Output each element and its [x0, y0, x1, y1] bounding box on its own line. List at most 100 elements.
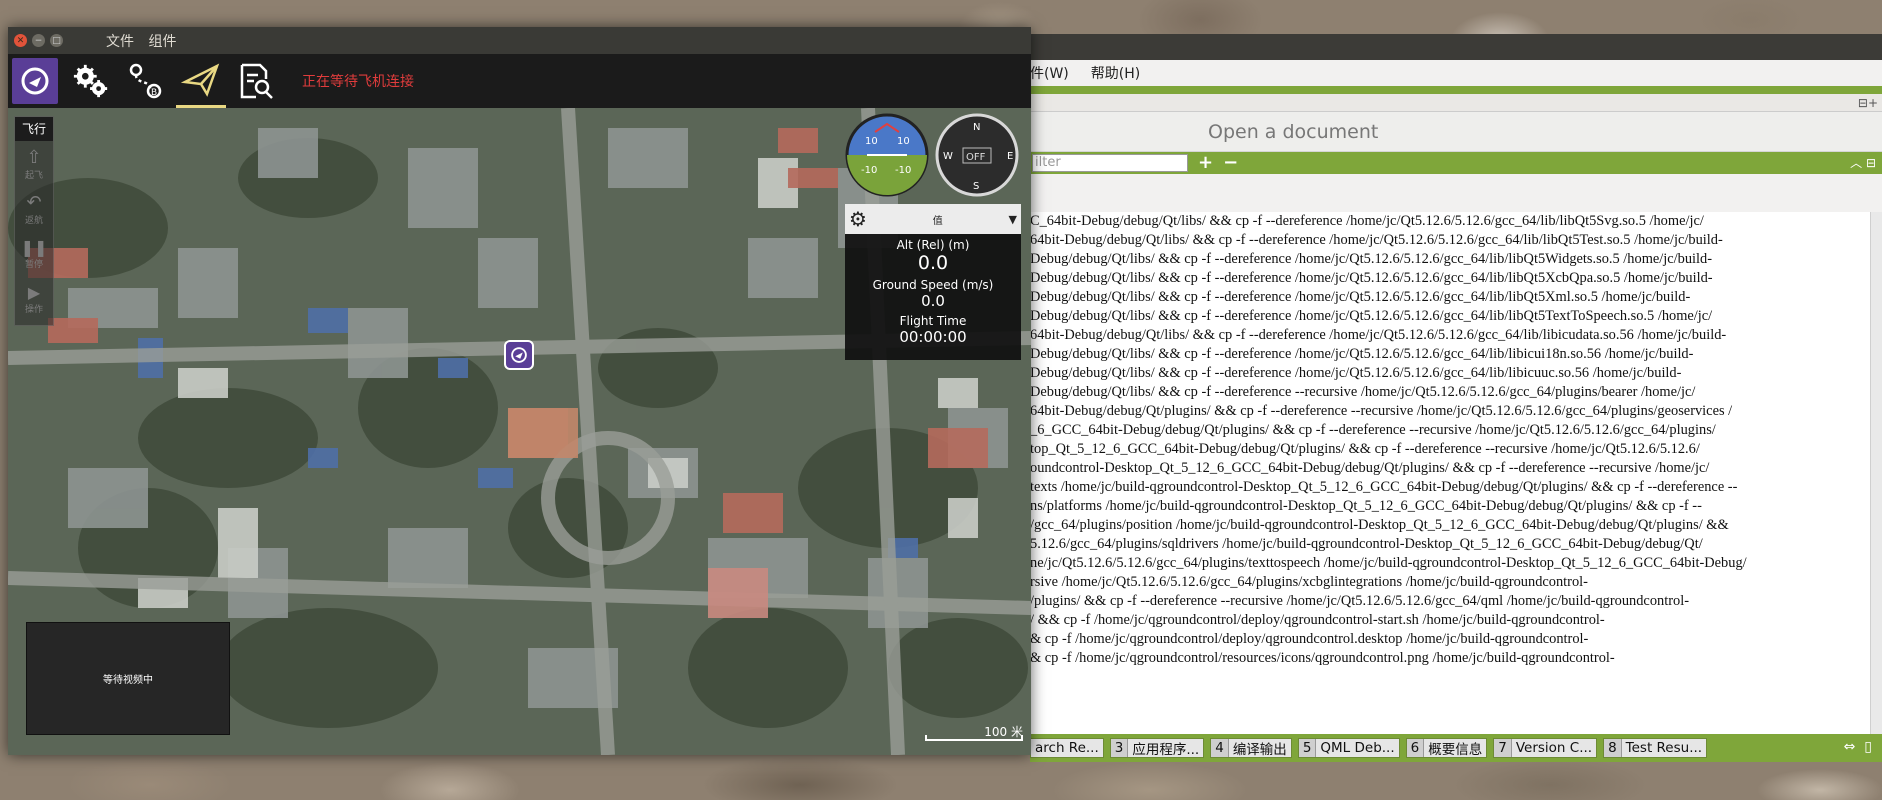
log-line: Debug/debug/Qt/libs/ && cp -f --derefere…	[1030, 289, 1691, 305]
log-line: texts /home/jc/build-qgroundcontrol-Desk…	[1030, 479, 1738, 495]
output-tab-label: 编译输出	[1232, 742, 1287, 758]
output-tab-number: 7	[1494, 739, 1512, 757]
split-icon[interactable]: ⊟+	[1858, 96, 1878, 110]
ground-speed-value: 0.0	[921, 292, 945, 310]
fly-paper-plane-icon[interactable]	[176, 54, 226, 108]
svg-text:B: B	[151, 88, 157, 98]
qgroundcontrol-window: ✕ − □ 文件 组件 B 正在等待飞机连接 飞行 ⇧ 起飞 ↶ 返航 ❚❚ 暂…	[8, 27, 1031, 755]
log-line: Debug/debug/Qt/libs/ && cp -f --derefere…	[1030, 384, 1696, 400]
flight-time-value: 00:00:00	[899, 328, 967, 346]
menu-file[interactable]: 文件	[106, 34, 134, 50]
compass-s: S	[973, 181, 979, 192]
action-icon: ▶	[27, 282, 41, 302]
minimize-icon[interactable]: −	[32, 34, 45, 47]
log-line: C_64bit-Debug/debug/Qt/libs/ && cp -f --…	[1030, 213, 1704, 229]
compass-state: OFF	[966, 152, 986, 163]
log-line: Debug/debug/Qt/libs/ && cp -f --derefere…	[1030, 365, 1682, 381]
video-waiting-text: 等待视频中	[103, 675, 153, 686]
output-tab[interactable]: 8 Test Resu...	[1603, 738, 1708, 758]
remove-icon[interactable]: −	[1223, 154, 1238, 172]
close-icon[interactable]: ✕	[14, 34, 27, 47]
log-line: / && cp -f /home/jc/qgroundcontrol/deplo…	[1030, 612, 1605, 628]
open-document-label: Open a document	[1208, 120, 1379, 143]
qgc-titlebar: ✕ − □ 文件 组件	[8, 27, 1031, 54]
output-tab[interactable]: 6 概要信息	[1405, 738, 1488, 758]
output-tab-label: Test Resu...	[1625, 740, 1703, 756]
takeoff-icon: ⇧	[26, 146, 42, 168]
telemetry-header: ⚙ 值 ▼	[845, 204, 1021, 234]
creator-titlebar	[1030, 34, 1882, 60]
compass-w: W	[943, 151, 953, 162]
action-button[interactable]: ▶ 操作	[15, 276, 53, 321]
split-controls: ⊟+	[1030, 94, 1882, 112]
return-button[interactable]: ↶ 返航	[15, 186, 53, 231]
log-line: _6_GCC_64bit-Debug/debug/Qt/plugins/ && …	[1030, 422, 1716, 438]
log-scrollbar[interactable]	[1870, 212, 1882, 752]
log-line: Debug/debug/Qt/libs/ && cp -f --derefere…	[1030, 270, 1713, 286]
settings-gear-icon[interactable]	[66, 54, 116, 108]
log-line: /gcc_64/plugins/position /home/jc/build-…	[1030, 517, 1729, 533]
filter-input[interactable]: ilter	[1032, 154, 1188, 172]
attitude-top-mark: 10	[865, 136, 878, 147]
output-tab-label: Version C...	[1515, 740, 1593, 756]
compass-icon: N S W E OFF	[935, 113, 1019, 197]
pause-label: 暂停	[24, 259, 43, 270]
output-tab-number: 4	[1211, 739, 1229, 757]
telemetry-panel: ⚙ 值 ▼ Alt (Rel) (m) 0.0 Ground Speed (m/…	[845, 204, 1021, 360]
flight-time-label: Flight Time	[899, 314, 967, 328]
pause-button[interactable]: ❚❚ 暂停	[15, 231, 53, 276]
takeoff-button[interactable]: ⇧ 起飞	[15, 141, 53, 186]
log-line: Debug/debug/Qt/libs/ && cp -f --derefere…	[1030, 346, 1694, 362]
alt-label: Alt (Rel) (m)	[896, 238, 970, 252]
menu-widgets[interactable]: 组件	[148, 34, 176, 50]
alt-value: 0.0	[917, 252, 949, 274]
output-tabs: arch Re... 3 应用程序... 4 编译输出 5 QML Deb... 6 概要信息 7…	[1030, 738, 1713, 758]
pause-icon: ❚❚	[20, 237, 48, 257]
output-pane-tools[interactable]: ⇔ ▯	[1844, 739, 1872, 755]
map-scale: 100 米	[925, 723, 1023, 741]
log-line: top_Qt_5_12_6_GCC_64bit-Debug/debug/Qt/p…	[1030, 441, 1700, 457]
add-icon[interactable]: +	[1198, 154, 1213, 172]
gear-icon[interactable]: ⚙	[849, 209, 867, 229]
plan-route-icon[interactable]: B	[121, 54, 171, 108]
log-line: 64bit-Debug/debug/Qt/libs/ && cp -f --de…	[1030, 327, 1727, 343]
log-line: Debug/debug/Qt/libs/ && cp -f --derefere…	[1030, 251, 1713, 267]
instrument-panel: 10 10 -10 -10 N S W E OFF	[845, 110, 1021, 200]
compile-output-log[interactable]: C_64bit-Debug/debug/Qt/libs/ && cp -f --…	[1030, 212, 1870, 762]
analyze-doc-icon[interactable]	[231, 54, 281, 108]
output-tab[interactable]: 7 Version C...	[1493, 738, 1598, 758]
output-filter-bar: ilter + − ︿ ⊟	[1030, 152, 1882, 174]
output-tab[interactable]: 3 应用程序...	[1109, 738, 1205, 758]
toolstrip-title: 飞行	[15, 117, 53, 141]
vehicle-marker-icon[interactable]	[504, 340, 534, 370]
output-tab[interactable]: 5 QML Deb...	[1297, 738, 1400, 758]
ground-speed-label: Ground Speed (m/s)	[872, 278, 994, 292]
maximize-icon[interactable]: □	[50, 34, 63, 47]
qgc-logo-icon[interactable]	[12, 58, 58, 104]
main-toolbar: B 正在等待飞机连接	[8, 54, 1031, 108]
log-line: rsive /home/jc/Qt5.12.6/5.12.6/gcc_64/pl…	[1030, 574, 1588, 590]
collapse-icon[interactable]: ︿ ⊟	[1850, 154, 1876, 171]
return-icon: ↶	[26, 191, 42, 213]
output-tab[interactable]: 4 编译输出	[1210, 738, 1292, 758]
open-document-area[interactable]: Open a document	[1030, 112, 1882, 152]
attitude-bottom-mark: -10	[861, 165, 877, 176]
log-line: 64bit-Debug/debug/Qt/libs/ && cp -f --de…	[1030, 232, 1723, 248]
output-tab-label: 应用程序...	[1132, 742, 1200, 758]
attitude-bottom-mark-right: -10	[895, 165, 911, 176]
log-line: & cp -f /home/jc/qgroundcontrol/resource…	[1030, 650, 1615, 666]
log-line: oundcontrol-Desktop_Qt_5_12_6_GCC_64bit-…	[1030, 460, 1710, 476]
connection-status: 正在等待飞机连接	[302, 74, 414, 90]
telemetry-header-label: 值	[932, 215, 943, 227]
output-tab[interactable]: arch Re...	[1030, 738, 1104, 758]
video-panel[interactable]: 等待视频中	[26, 622, 230, 735]
satellite-map[interactable]: 飞行 ⇧ 起飞 ↶ 返航 ❚❚ 暂停 ▶ 操作 10 10 -10 -10 N …	[8, 108, 1031, 755]
compass-e: E	[1007, 151, 1013, 162]
chevron-down-icon[interactable]: ▼	[1009, 213, 1017, 226]
output-tab-label: QML Deb...	[1320, 740, 1395, 756]
menu-window[interactable]: 件(W)	[1030, 63, 1069, 83]
output-tab-number: 8	[1604, 739, 1622, 757]
menu-help[interactable]: 帮助(H)	[1091, 63, 1140, 83]
log-line: 5.12.6/gcc_64/plugins/sqldrivers /home/j…	[1030, 536, 1703, 552]
log-line: /plugins/ && cp -f --dereference --recur…	[1030, 593, 1689, 609]
